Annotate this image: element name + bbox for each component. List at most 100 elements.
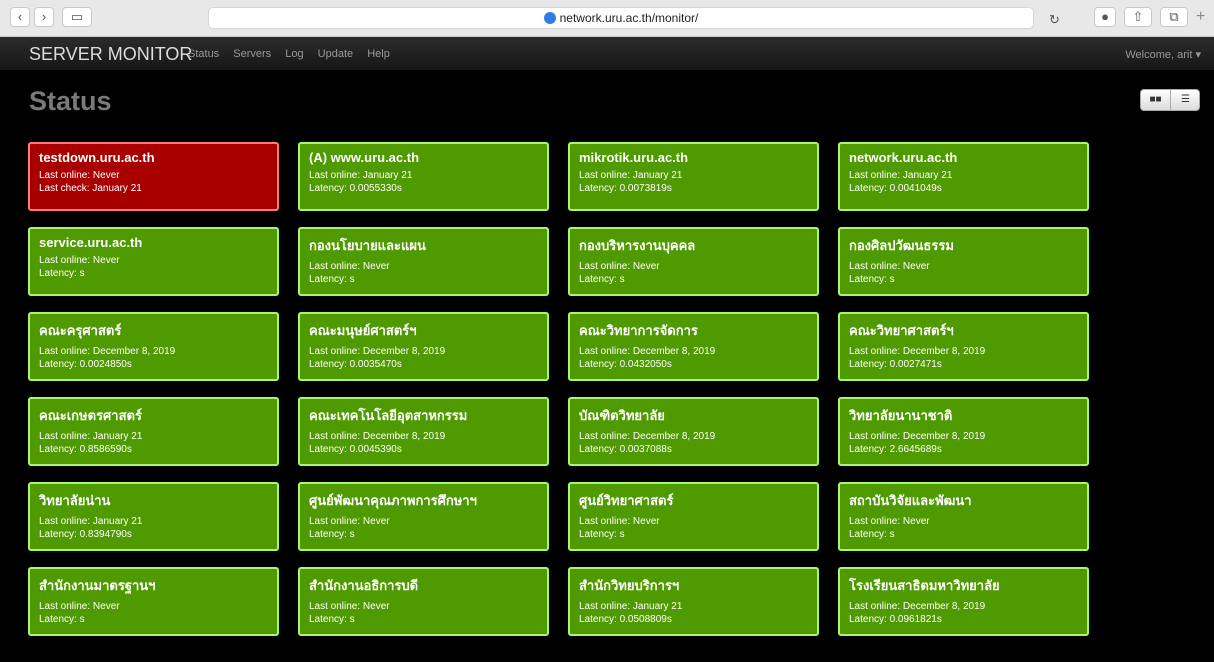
nav-link-update[interactable]: Update <box>318 48 353 60</box>
sidebar-toggle-icon[interactable]: ▭ <box>62 7 92 27</box>
server-last-online: Last online: December 8, 2019 <box>579 346 716 357</box>
server-last-online: Last online: December 8, 2019 <box>849 601 986 612</box>
server-card[interactable]: mikrotik.uru.ac.th Last online: January 2… <box>568 142 819 211</box>
server-card[interactable]: (A) www.uru.ac.th Last online: January 21… <box>298 142 549 211</box>
server-name: (A) www.uru.ac.th <box>309 150 420 165</box>
server-card[interactable]: คณะวิทยาการจัดการ Last online: December 8… <box>568 312 819 381</box>
server-latency: Latency: s <box>309 614 355 625</box>
server-last-online: Last online: Never <box>309 516 390 527</box>
server-latency: Latency: 0.0041049s <box>849 183 942 194</box>
server-last-online: Last online: Never <box>849 261 930 272</box>
server-card[interactable]: คณะมนุษย์ศาสตร์ฯ Last online: December 8,… <box>298 312 549 381</box>
server-name: วิทยาลัยนานาชาติ <box>849 408 953 423</box>
browser-toolbar: ‹ › ▭ network.uru.ac.th/monitor/ ↻ ● ⇧ ⧉… <box>0 0 1214 37</box>
server-card[interactable]: สำนักงานอธิการบดี Last online: Never Laten… <box>298 567 549 636</box>
tabs-icon[interactable]: ⧉ <box>1160 7 1188 27</box>
server-card[interactable]: โรงเรียนสาธิตมหาวิทยาลัย Last online: Dec… <box>838 567 1089 636</box>
server-last-online: Last online: January 21 <box>849 170 953 181</box>
server-latency: Latency: 0.0045390s <box>309 444 402 455</box>
server-name: service.uru.ac.th <box>39 235 143 250</box>
page-title: Status <box>29 86 112 116</box>
server-name: สถาบันวิจัยและพัฒนา <box>849 493 972 508</box>
nav-link-status[interactable]: Status <box>188 48 219 60</box>
server-last-online: Last online: December 8, 2019 <box>579 431 716 442</box>
server-latency: Latency: s <box>849 529 895 540</box>
server-latency: Latency: 0.0508809s <box>579 614 672 625</box>
user-menu[interactable]: Welcome, arit ▾ <box>1125 48 1201 61</box>
server-name: กองศิลปวัฒนธรรม <box>849 238 954 253</box>
server-name: testdown.uru.ac.th <box>39 150 155 165</box>
server-name: บัณฑิตวิทยาลัย <box>579 408 665 423</box>
server-name: วิทยาลัยน่าน <box>39 493 111 508</box>
server-card[interactable]: network.uru.ac.th Last online: January 21… <box>838 142 1089 211</box>
server-card[interactable]: สถาบันวิจัยและพัฒนา Last online: Never Lat… <box>838 482 1089 551</box>
server-name: กองบริหารงานบุคคล <box>579 238 696 253</box>
server-card[interactable]: คณะครุศาสตร์ Last online: December 8, 201… <box>28 312 279 381</box>
top-navbar: SERVER MONITOR Status Servers Log Update… <box>0 37 1214 70</box>
server-latency: Latency: s <box>579 529 625 540</box>
server-card[interactable]: testdown.uru.ac.th Last online: Never Last… <box>28 142 279 211</box>
server-latency: Latency: s <box>849 274 895 285</box>
server-last-online: Last online: December 8, 2019 <box>849 431 986 442</box>
server-name: โรงเรียนสาธิตมหาวิทยาลัย <box>849 578 1000 593</box>
server-card[interactable]: service.uru.ac.th Last online: Never Laten… <box>28 227 279 296</box>
server-name: ศูนย์วิทยาศาสตร์ <box>579 493 674 508</box>
server-latency: Latency: 2.6645689s <box>849 444 942 455</box>
server-latency: Latency: 0.0037088s <box>579 444 672 455</box>
server-latency: Latency: s <box>309 529 355 540</box>
server-name: สำนักงานมาตรฐานฯ <box>39 578 156 593</box>
server-last-online: Last online: January 21 <box>39 516 143 527</box>
nav-links: Status Servers Log Update Help <box>188 48 401 60</box>
server-last-online: Last online: January 21 <box>579 601 683 612</box>
server-card[interactable]: คณะวิทยาศาสตร์ฯ Last online: December 8, … <box>838 312 1089 381</box>
server-name: คณะวิทยาการจัดการ <box>579 323 698 338</box>
server-name: คณะมนุษย์ศาสตร์ฯ <box>309 323 417 338</box>
server-last-online: Last online: Never <box>39 255 120 266</box>
server-last-online: Last online: December 8, 2019 <box>849 346 986 357</box>
server-card[interactable]: กองศิลปวัฒนธรรม Last online: Never Latency… <box>838 227 1089 296</box>
server-latency: Latency: 0.0024850s <box>39 359 132 370</box>
server-latency: Latency: 0.8586590s <box>39 444 132 455</box>
nav-link-servers[interactable]: Servers <box>233 48 271 60</box>
server-name: ศูนย์พัฒนาคุณภาพการศึกษาฯ <box>309 493 477 508</box>
server-name: network.uru.ac.th <box>849 150 958 165</box>
server-card[interactable]: สำนักงานมาตรฐานฯ Last online: Never Latenc… <box>28 567 279 636</box>
server-last-online: Last online: January 21 <box>309 170 413 181</box>
server-name: สำนักงานอธิการบดี <box>309 578 419 593</box>
server-card[interactable]: ศูนย์วิทยาศาสตร์ Last online: Never Latenc… <box>568 482 819 551</box>
grid-view-icon[interactable]: ■■ <box>1141 90 1171 110</box>
brand-title[interactable]: SERVER MONITOR <box>29 44 192 65</box>
share-icon[interactable]: ⇧ <box>1124 7 1152 27</box>
server-card[interactable]: บัณฑิตวิทยาลัย Last online: December 8, 2… <box>568 397 819 466</box>
server-card[interactable]: กองนโยบายและแผน Last online: Never Latency… <box>298 227 549 296</box>
list-view-icon[interactable]: ☰ <box>1171 90 1200 110</box>
server-card[interactable]: คณะเทคโนโลยีอุตสาหกรรม Last online: Decem… <box>298 397 549 466</box>
address-bar[interactable]: network.uru.ac.th/monitor/ ↻ <box>208 7 1060 29</box>
new-tab-icon[interactable]: + <box>1196 8 1205 26</box>
server-card[interactable]: สำนักวิทยบริการฯ Last online: January 21 L… <box>568 567 819 636</box>
server-last-online: Last online: Never <box>309 261 390 272</box>
server-last-online: Last online: January 21 <box>39 431 143 442</box>
back-button[interactable]: ‹ <box>10 7 30 27</box>
server-last-online: Last online: January 21 <box>579 170 683 181</box>
server-latency: Last check: January 21 <box>39 183 142 194</box>
server-card[interactable]: ศูนย์พัฒนาคุณภาพการศึกษาฯ Last online: Ne… <box>298 482 549 551</box>
server-name: สำนักวิทยบริการฯ <box>579 578 680 593</box>
server-latency: Latency: 0.0073819s <box>579 183 672 194</box>
download-icon[interactable]: ● <box>1094 7 1116 27</box>
server-last-online: Last online: Never <box>39 170 120 181</box>
server-latency: Latency: 0.0035470s <box>309 359 402 370</box>
server-card[interactable]: วิทยาลัยนานาชาติ Last online: December 8,… <box>838 397 1089 466</box>
server-last-online: Last online: Never <box>579 516 660 527</box>
server-card[interactable]: คณะเกษตรศาสตร์ Last online: January 21 Lat… <box>28 397 279 466</box>
nav-link-log[interactable]: Log <box>285 48 303 60</box>
server-card[interactable]: วิทยาลัยน่าน Last online: January 21 Laten… <box>28 482 279 551</box>
server-latency: Latency: s <box>39 614 85 625</box>
globe-icon <box>543 12 556 24</box>
server-last-online: Last online: December 8, 2019 <box>39 346 176 357</box>
reload-icon[interactable]: ↻ <box>1049 10 1060 30</box>
server-card[interactable]: กองบริหารงานบุคคล Last online: Never Laten… <box>568 227 819 296</box>
server-latency: Latency: 0.0027471s <box>849 359 942 370</box>
nav-link-help[interactable]: Help <box>367 48 390 60</box>
forward-button[interactable]: › <box>34 7 54 27</box>
